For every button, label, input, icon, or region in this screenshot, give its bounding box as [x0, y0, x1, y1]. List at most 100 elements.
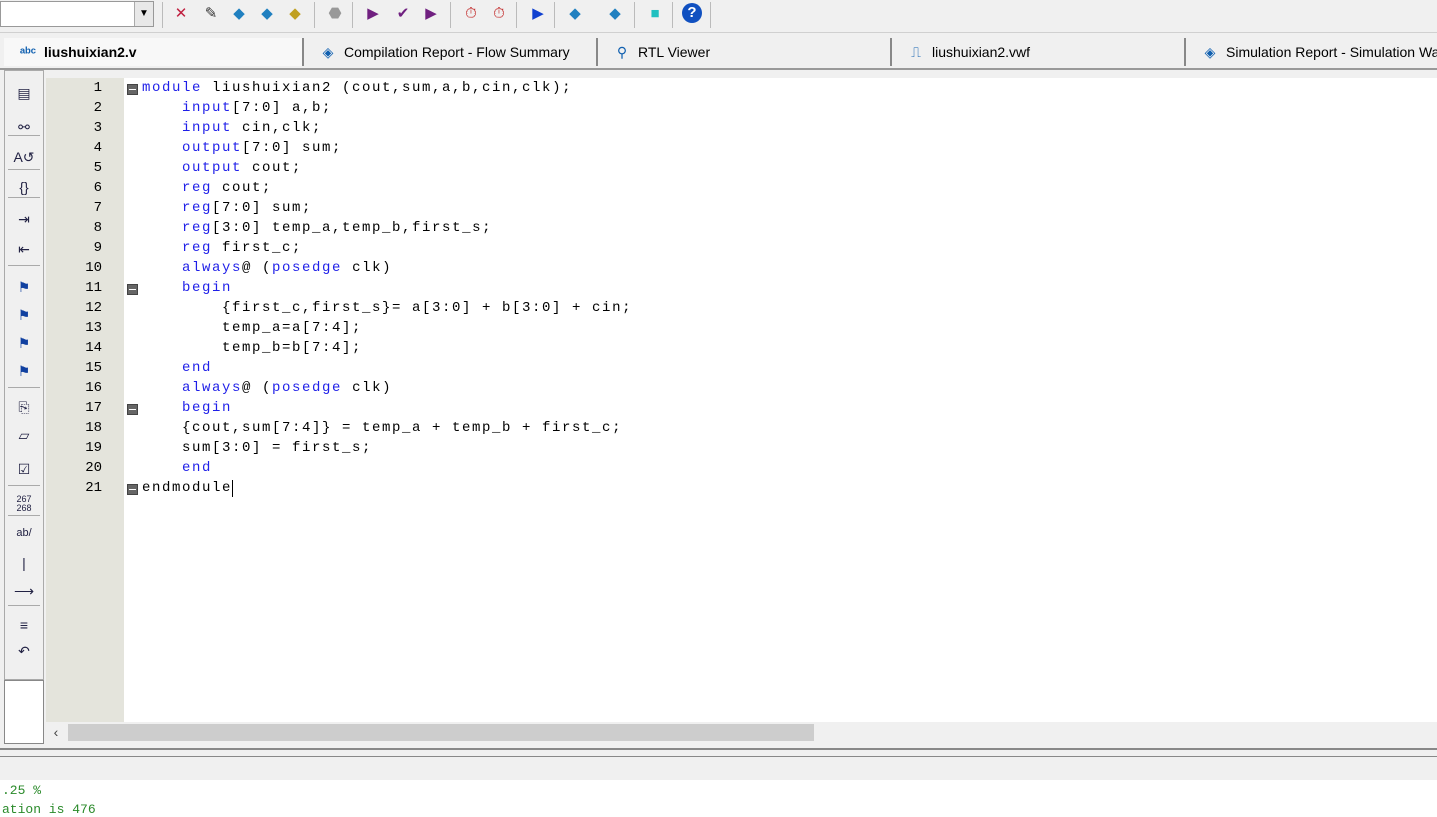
- analysis-icon[interactable]: ◆: [228, 3, 250, 25]
- line-number: 5: [93, 160, 102, 176]
- code-line[interactable]: reg[3:0] temp_a,temp_b,first_s;: [142, 220, 492, 236]
- timer-icon[interactable]: ⏱: [488, 3, 510, 25]
- horizontal-scrollbar[interactable]: ‹: [46, 722, 1437, 742]
- fold-collapse-icon[interactable]: [127, 84, 138, 95]
- tab-label: Compilation Report - Flow Summary: [344, 44, 570, 60]
- code-line[interactable]: end: [142, 360, 212, 376]
- keyword: module: [142, 80, 203, 96]
- clear-bookmarks-icon[interactable]: ⚑: [11, 363, 37, 385]
- line-number: 12: [85, 300, 102, 316]
- line-number: 4: [93, 140, 102, 156]
- code-line[interactable]: {first_c,first_s}= a[3:0] + b[3:0] + cin…: [142, 300, 632, 316]
- whitespace-icon[interactable]: ⟶: [11, 583, 37, 605]
- pane-splitter[interactable]: [0, 748, 1437, 782]
- project-combo[interactable]: ▼: [0, 1, 154, 27]
- code-text: [7:0] sum;: [212, 200, 313, 216]
- start-check-icon[interactable]: ✔: [392, 3, 414, 25]
- tab-liushuixian2-vwf[interactable]: ⎍ liushuixian2.vwf: [892, 38, 1186, 66]
- code-line[interactable]: end: [142, 460, 212, 476]
- toggle-bookmark-icon[interactable]: ⚑: [11, 279, 37, 301]
- code-line[interactable]: reg[7:0] sum;: [142, 200, 312, 216]
- code-line[interactable]: always@ (posedge clk): [142, 380, 392, 396]
- tab-simulation-report-simulation-waveforms[interactable]: ◈ Simulation Report - Simulation Waveform…: [1186, 38, 1437, 66]
- keyword: reg: [182, 180, 213, 196]
- tab-label: liushuixian2.v: [44, 44, 137, 60]
- script-icon[interactable]: ▱: [11, 427, 37, 449]
- fold-collapse-icon[interactable]: [127, 484, 138, 495]
- code-text: {first_c,first_s}= a[3:0] + b[3:0] + cin…: [142, 300, 633, 316]
- chevron-down-icon[interactable]: ▼: [134, 2, 153, 26]
- line-number-icon[interactable]: 267 268: [11, 495, 37, 517]
- scrollbar-thumb[interactable]: [68, 724, 814, 741]
- code-text: {cout,sum[7:4]} = temp_a + temp_b + firs…: [142, 420, 623, 436]
- fitter-icon[interactable]: ◆: [284, 3, 306, 25]
- code-line[interactable]: reg cout;: [142, 180, 272, 196]
- code-line[interactable]: output cout;: [142, 160, 302, 176]
- code-editor[interactable]: 1 module liushuixian2 (cout,sum,a,b,cin,c…: [46, 78, 1437, 722]
- line-number: 16: [85, 380, 102, 396]
- pin-planner-icon[interactable]: ◆: [604, 3, 626, 25]
- stop-icon[interactable]: ⬣: [324, 3, 346, 25]
- insert-template-icon[interactable]: ▤: [11, 85, 37, 107]
- start-icon[interactable]: ▶: [362, 3, 384, 25]
- report-icon: ◈: [322, 44, 334, 60]
- line-number: 15: [85, 360, 102, 376]
- editor-toolbar: ▤ ⚯ A↺ {} ⇥ ⇤ ⚑ ⚑ ⚑ ⚑ ⎘ ▱ ☑ 267 268 ab/ | ⟶ ≡ ↶: [4, 70, 44, 680]
- toolbar-separator: [516, 2, 517, 28]
- edit-icon[interactable]: ✎: [200, 3, 222, 25]
- code-line[interactable]: input cin,clk;: [142, 120, 322, 136]
- code-line[interactable]: sum[3:0] = first_s;: [142, 440, 372, 456]
- list-icon[interactable]: ≡: [11, 617, 37, 639]
- replace-icon[interactable]: A↺: [11, 149, 37, 171]
- code-line[interactable]: endmodule: [142, 480, 232, 496]
- fold-collapse-icon[interactable]: [127, 284, 138, 295]
- compile-icon[interactable]: ✕: [170, 3, 192, 25]
- programmer-icon[interactable]: ■: [644, 3, 666, 25]
- code-line[interactable]: {cout,sum[7:4]} = temp_a + temp_b + firs…: [142, 420, 622, 436]
- code-line[interactable]: begin: [142, 280, 232, 296]
- brace-match-icon[interactable]: {}: [11, 179, 37, 201]
- tab-rtl-viewer[interactable]: ⚲ RTL Viewer: [598, 38, 892, 66]
- report-icon[interactable]: ◆: [564, 3, 586, 25]
- cursor-line-icon[interactable]: |: [11, 555, 37, 577]
- code-line[interactable]: module liushuixian2 (cout,sum,a,b,cin,cl…: [142, 80, 572, 96]
- code-line[interactable]: begin: [142, 400, 232, 416]
- main-toolbar: ▼ ✕ ✎ ◆ ◆ ◆ ⬣ ▶ ✔ ▶ ⏱ ⏱ ▶ ◆ ◆ ■?: [0, 0, 1437, 33]
- line-number: 14: [85, 340, 102, 356]
- line-number: 11: [85, 280, 102, 296]
- fold-collapse-icon[interactable]: [127, 404, 138, 415]
- attach-icon[interactable]: ⎘: [11, 399, 37, 421]
- code-text: cout;: [212, 180, 273, 196]
- scroll-left-icon[interactable]: ‹: [46, 722, 66, 742]
- tab-compilation-report-flow-summary[interactable]: ◈ Compilation Report - Flow Summary: [304, 38, 598, 66]
- undo-list-icon[interactable]: ↶: [11, 643, 37, 665]
- code-text: clk): [342, 260, 393, 276]
- line-number: 18: [85, 420, 102, 436]
- increase-indent-icon[interactable]: ⇥: [11, 211, 37, 233]
- check-icon[interactable]: ☑: [11, 461, 37, 483]
- find-icon[interactable]: ⚯: [11, 119, 37, 141]
- decrease-indent-icon[interactable]: ⇤: [11, 241, 37, 263]
- prev-bookmark-icon[interactable]: ⚑: [11, 335, 37, 357]
- tab-liushuixian2-v[interactable]: ᵃᵇᶜ liushuixian2.v: [4, 38, 304, 66]
- simulation-icon[interactable]: ▶: [527, 3, 549, 25]
- synthesis-icon[interactable]: ◆: [256, 3, 278, 25]
- start-timing-icon[interactable]: ▶: [420, 3, 442, 25]
- timing-analyzer-icon[interactable]: ⏱: [460, 3, 482, 25]
- code-line[interactable]: always@ (posedge clk): [142, 260, 392, 276]
- next-bookmark-icon[interactable]: ⚑: [11, 307, 37, 329]
- ab-icon[interactable]: ab/: [11, 527, 37, 549]
- code-line[interactable]: output[7:0] sum;: [142, 140, 342, 156]
- code-line[interactable]: temp_b=b[7:4];: [142, 340, 362, 356]
- toolbar-separator: [8, 605, 40, 606]
- code-line[interactable]: temp_a=a[7:4];: [142, 320, 362, 336]
- help-icon[interactable]: ?: [682, 3, 702, 23]
- keyword: output: [182, 140, 243, 156]
- code-line[interactable]: reg first_c;: [142, 240, 302, 256]
- code-line[interactable]: input[7:0] a,b;: [142, 100, 332, 116]
- keyword: reg: [182, 240, 213, 256]
